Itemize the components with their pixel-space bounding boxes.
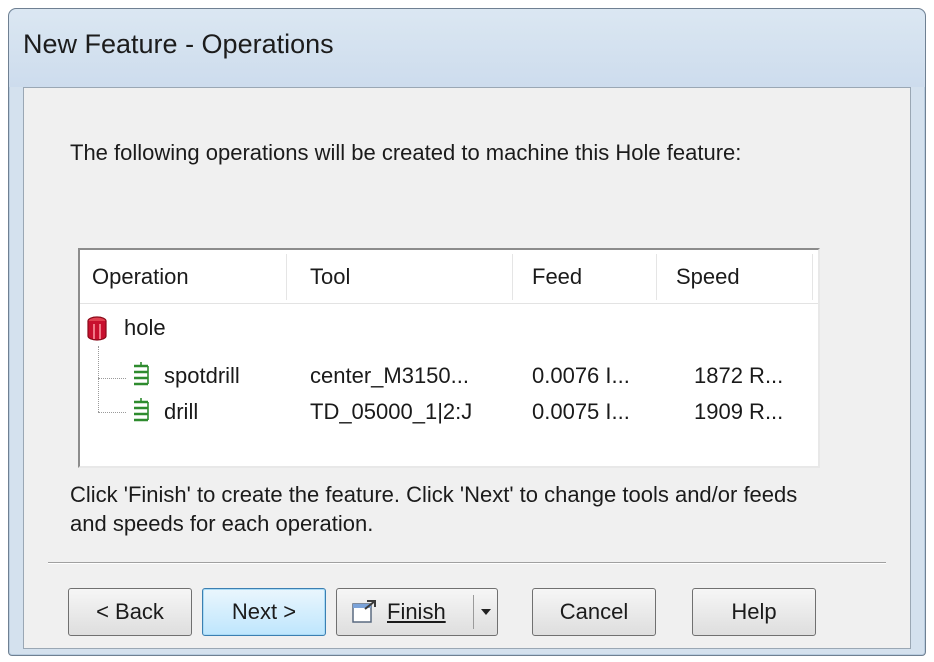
column-divider[interactable]	[812, 254, 813, 300]
intro-text: The following operations will be created…	[70, 140, 742, 165]
hole-feature-icon	[87, 316, 107, 341]
back-button[interactable]: < Back	[68, 588, 192, 636]
speed-cell: 1872 R...	[694, 363, 784, 388]
feed-cell: 0.0075 I...	[532, 399, 630, 424]
table-row[interactable]: drill TD_05000_1|2:J 0.0075 I... 1909 R.…	[80, 390, 818, 434]
drill-operation-icon	[134, 362, 149, 386]
dialog-body: The following operations will be created…	[23, 87, 911, 649]
drill-operation-icon	[134, 398, 149, 422]
column-divider[interactable]	[656, 254, 657, 300]
column-header-operation[interactable]: Operation	[88, 264, 189, 290]
finish-label: Finish	[387, 599, 446, 624]
help-button[interactable]: Help	[692, 588, 816, 636]
chevron-down-icon	[480, 609, 491, 615]
speed-cell: 1909 R...	[694, 399, 784, 424]
operation-name: drill	[164, 399, 199, 424]
tool-cell: center_M3150...	[310, 363, 469, 388]
title-bar[interactable]: New Feature - Operations	[9, 9, 925, 87]
operations-list[interactable]: Operation Tool Feed Speed hole spotdrill…	[78, 248, 820, 468]
finish-icon	[352, 600, 376, 623]
divider	[48, 562, 886, 564]
column-divider[interactable]	[286, 254, 287, 300]
column-header-feed[interactable]: Feed	[528, 264, 582, 290]
column-divider[interactable]	[512, 254, 513, 300]
next-button[interactable]: Next >	[202, 588, 326, 636]
window-title: New Feature - Operations	[23, 29, 334, 59]
feed-cell: 0.0076 I...	[532, 363, 630, 388]
list-header: Operation Tool Feed Speed	[80, 250, 818, 304]
hint-text: Click 'Finish' to create the feature. Cl…	[70, 482, 798, 536]
finish-dropdown-toggle[interactable]	[473, 595, 497, 629]
dialog-window: New Feature - Operations The following o…	[8, 8, 926, 656]
list-item-hole[interactable]: hole	[80, 306, 818, 350]
tool-cell: TD_05000_1|2:J	[310, 399, 473, 424]
finish-button[interactable]: Finish	[336, 588, 498, 636]
operation-name: hole	[124, 315, 166, 340]
operation-name: spotdrill	[164, 363, 240, 388]
column-header-tool[interactable]: Tool	[306, 264, 350, 290]
column-header-speed[interactable]: Speed	[672, 264, 740, 290]
cancel-button[interactable]: Cancel	[532, 588, 656, 636]
